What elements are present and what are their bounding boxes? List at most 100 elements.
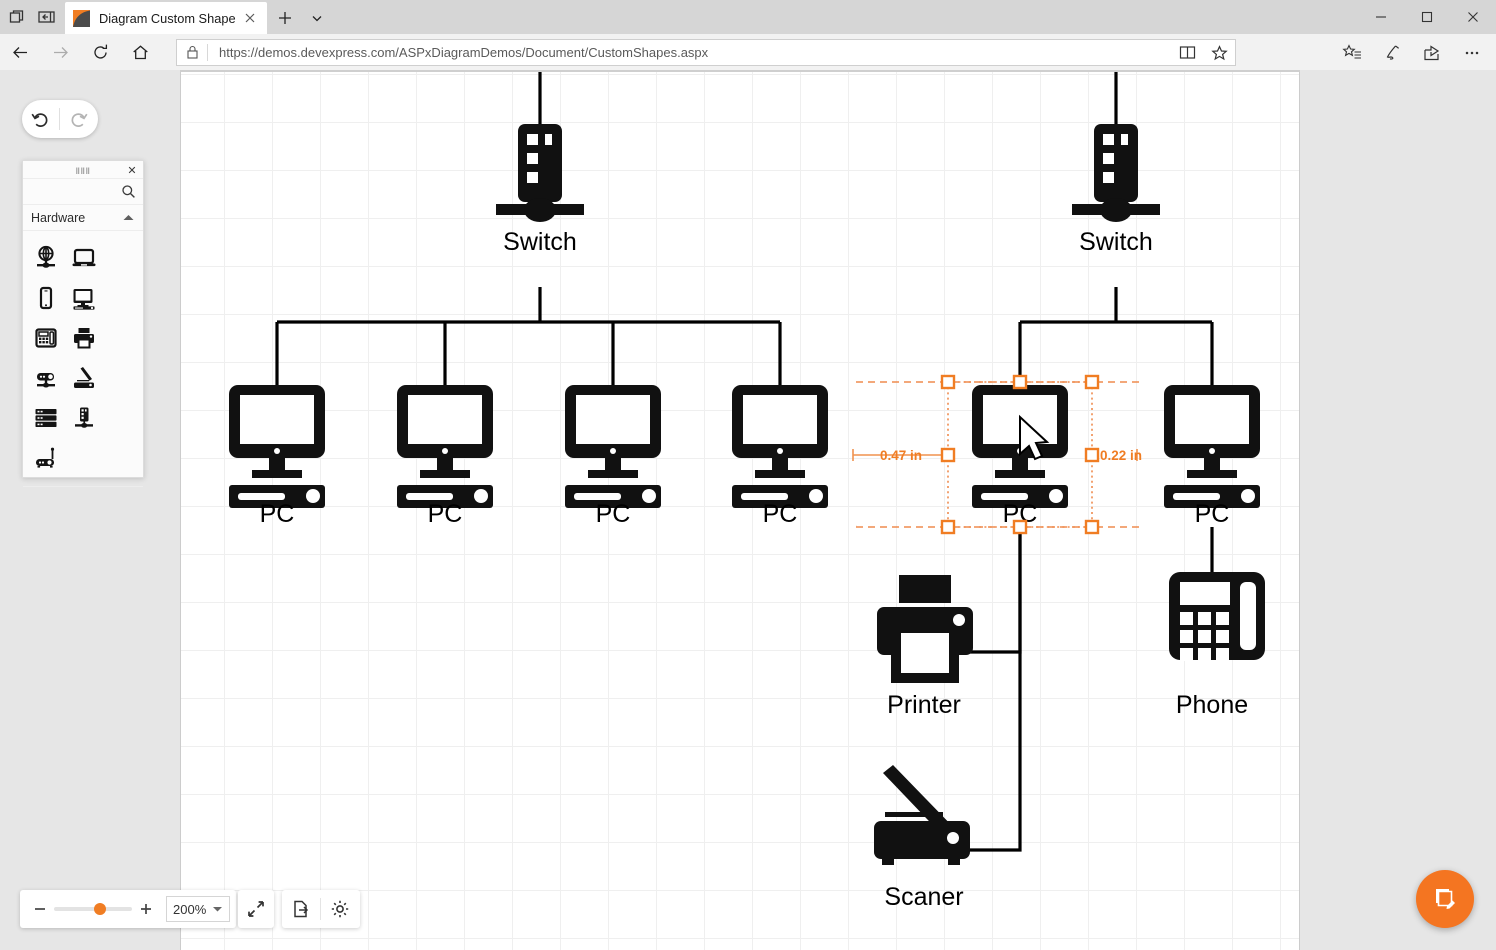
zoom-in-plus-icon[interactable] xyxy=(132,892,160,926)
slider-thumb[interactable] xyxy=(94,903,106,915)
window-minimize-button[interactable] xyxy=(1358,0,1404,34)
shape-item-pc[interactable] xyxy=(65,278,103,318)
zoom-slider[interactable] xyxy=(54,892,132,926)
diagram-node-switch-2[interactable]: Switch xyxy=(1072,124,1160,256)
shape-item-phone[interactable] xyxy=(27,318,65,358)
notes-pen-icon[interactable] xyxy=(1372,38,1412,68)
address-actions xyxy=(1171,40,1235,65)
shape-category-label: Hardware xyxy=(31,211,122,225)
scanner-icon xyxy=(874,765,970,865)
node-label: PC xyxy=(1195,500,1230,528)
window-maximize-button[interactable] xyxy=(1404,0,1450,34)
diagram-node-pc-3[interactable]: PC xyxy=(565,385,661,528)
history-toolbar xyxy=(22,100,98,138)
new-tab-button[interactable] xyxy=(272,5,298,31)
address-bar[interactable]: https://demos.devexpress.com/ASPxDiagram… xyxy=(176,39,1236,66)
shape-item-laptop[interactable] xyxy=(65,238,103,278)
node-label: Switch xyxy=(503,228,577,256)
shape-item-server[interactable] xyxy=(27,398,65,438)
zoom-level-select[interactable]: 200% xyxy=(166,896,230,922)
reading-view-book-icon[interactable] xyxy=(1171,40,1203,65)
desk-phone-icon xyxy=(1169,572,1265,661)
diagram-node-pc-1[interactable]: PC xyxy=(229,385,325,528)
shape-toolbox-panel[interactable]: ‖‖‖ ✕ Hardware xyxy=(22,160,144,478)
devexpress-favicon xyxy=(73,10,90,27)
diagram-node-scanner[interactable]: Scaner xyxy=(874,765,970,911)
search-icon[interactable] xyxy=(121,184,136,199)
shape-item-scanner[interactable] xyxy=(65,358,103,398)
shape-item-internet[interactable] xyxy=(27,238,65,278)
network-switch-icon xyxy=(1072,124,1160,222)
shape-search-row[interactable] xyxy=(23,179,143,205)
feedback-fab-button[interactable] xyxy=(1416,870,1474,928)
zoom-toolbar: 200% xyxy=(20,890,236,928)
tab-menu-chevron-down-icon[interactable] xyxy=(304,5,330,31)
diagram-node-pc-2[interactable]: PC xyxy=(397,385,493,528)
diagram-node-printer[interactable]: Printer xyxy=(877,575,973,719)
shape-item-printer[interactable] xyxy=(65,318,103,358)
back-arrow-icon[interactable] xyxy=(0,34,40,70)
shape-item-router[interactable] xyxy=(27,438,65,478)
node-label: Printer xyxy=(887,691,961,719)
fit-to-screen-button[interactable] xyxy=(238,890,274,928)
tab-title: Diagram Custom Shape xyxy=(99,11,241,26)
diagram-canvas[interactable]: Switch Switch xyxy=(180,70,1300,950)
window-close-button[interactable] xyxy=(1450,0,1496,34)
node-label: Switch xyxy=(1079,228,1153,256)
browser-window: Diagram Custom Shape xyxy=(0,0,1496,950)
window-controls xyxy=(1358,0,1496,34)
panel-close-icon[interactable]: ✕ xyxy=(125,163,139,177)
diagram-node-switch-1[interactable]: Switch xyxy=(496,124,584,256)
diagram-node-pc-4[interactable]: PC xyxy=(732,385,828,528)
tab-close-icon[interactable] xyxy=(241,9,259,27)
slider-track xyxy=(54,907,132,911)
shape-panel-empty-area xyxy=(23,487,143,553)
page-content: Switch Switch xyxy=(0,70,1496,950)
panel-drag-handle[interactable]: ‖‖‖ xyxy=(76,166,91,176)
home-icon[interactable] xyxy=(120,34,160,70)
document-tools-group xyxy=(282,890,360,928)
browser-tab[interactable]: Diagram Custom Shape xyxy=(65,2,267,34)
diagram-node-pc-6[interactable]: PC xyxy=(1164,385,1260,528)
panel-header[interactable]: ‖‖‖ ✕ xyxy=(23,161,143,179)
undo-icon[interactable] xyxy=(22,100,59,138)
shape-list xyxy=(23,231,143,487)
diagram-node-pc-5-selected[interactable]: PC xyxy=(972,385,1068,528)
node-label: PC xyxy=(428,500,463,528)
shape-search-input[interactable] xyxy=(29,183,121,201)
diagram-node-phone[interactable]: Phone xyxy=(1169,572,1265,719)
connectors xyxy=(277,72,1212,850)
node-label: PC xyxy=(260,500,295,528)
favorite-star-icon[interactable] xyxy=(1203,40,1235,65)
browser-toolbar-actions xyxy=(1332,38,1492,68)
forward-arrow-icon[interactable] xyxy=(40,34,80,70)
shape-item-switch[interactable] xyxy=(65,398,103,438)
desktop-pc-icon xyxy=(565,385,661,508)
redo-icon[interactable] xyxy=(60,100,97,138)
shape-item-camera[interactable] xyxy=(27,358,65,398)
gear-icon[interactable] xyxy=(321,890,359,928)
zoom-out-minus-icon[interactable] xyxy=(26,892,54,926)
shape-item-mobile-phone[interactable] xyxy=(27,278,65,318)
network-switch-icon xyxy=(496,124,584,222)
desktop-pc-icon xyxy=(732,385,828,508)
measure-height-label: 0.22 in xyxy=(1100,448,1142,463)
chevron-down-icon[interactable] xyxy=(212,900,223,918)
zoom-level-value: 200% xyxy=(173,902,212,917)
address-url: https://demos.devexpress.com/ASPxDiagram… xyxy=(208,45,708,60)
desktop-pc-icon xyxy=(397,385,493,508)
chevron-up-icon[interactable] xyxy=(122,209,135,227)
share-icon[interactable] xyxy=(1412,38,1452,68)
node-label: PC xyxy=(763,500,798,528)
lock-icon xyxy=(177,45,207,60)
favorites-list-icon[interactable] xyxy=(1332,38,1372,68)
more-options-icon[interactable] xyxy=(1452,38,1492,68)
refresh-icon[interactable] xyxy=(80,34,120,70)
export-document-icon[interactable] xyxy=(282,890,320,928)
node-label: PC xyxy=(596,500,631,528)
set-tabs-aside-icon[interactable] xyxy=(36,7,58,27)
tab-strip: Diagram Custom Shape xyxy=(0,0,1496,34)
window-restore-icon[interactable] xyxy=(6,7,28,27)
shape-category-hardware[interactable]: Hardware xyxy=(23,205,143,231)
measure-width-label: 0.47 in xyxy=(880,448,922,463)
